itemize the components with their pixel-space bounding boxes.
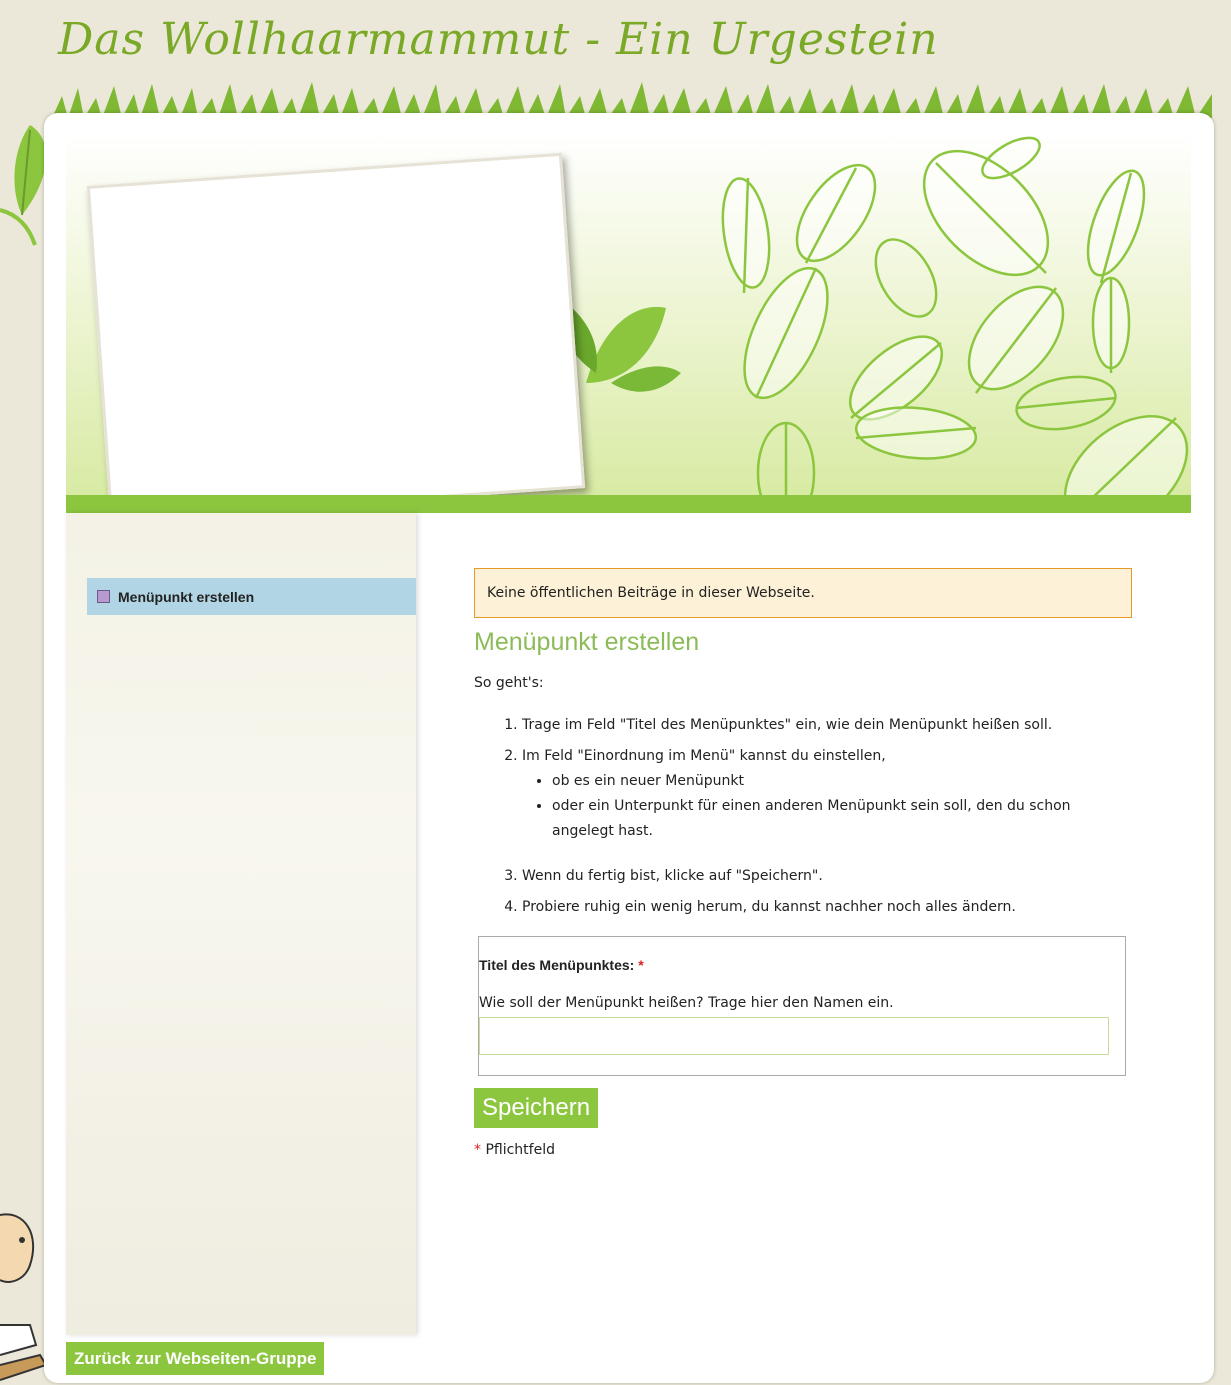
sidebar: Menüpunkt erstellen — [66, 513, 416, 1335]
step-item: Trage im Feld "Titel des Menüpunktes" ei… — [522, 713, 1134, 738]
site-title: Das Wollhaarmammut - Ein Urgestein — [58, 14, 939, 65]
main-content: Keine öffentlichen Beiträge in dieser We… — [474, 568, 1134, 1158]
title-field-description: Wie soll der Menüpunkt heißen? Trage hie… — [479, 995, 894, 1011]
required-marker: * — [474, 1142, 481, 1158]
intro-text: So geht's: — [474, 675, 544, 691]
title-field-input[interactable] — [479, 1017, 1109, 1055]
required-note-text: Pflichtfeld — [485, 1142, 555, 1158]
sidebar-item-menuepunkt-erstellen[interactable]: Menüpunkt erstellen — [87, 578, 416, 615]
sub-step-item: ob es ein neuer Menüpunkt — [552, 769, 1134, 794]
header-banner — [66, 133, 1191, 522]
step-item: Wenn du fertig bist, klicke auf "Speiche… — [522, 864, 1134, 889]
notice-box: Keine öffentlichen Beiträge in dieser We… — [474, 568, 1132, 618]
instruction-steps: Trage im Feld "Titel des Menüpunktes" ei… — [474, 713, 1134, 920]
required-marker: * — [638, 957, 644, 973]
sidebar-item-label: Menüpunkt erstellen — [118, 588, 255, 605]
notice-text: Keine öffentlichen Beiträge in dieser We… — [487, 585, 815, 601]
title-field-label: Titel des Menüpunktes: * — [479, 957, 644, 973]
back-to-group-button[interactable]: Zurück zur Webseiten-Gruppe — [66, 1342, 325, 1375]
title-field-label-text: Titel des Menüpunktes: — [479, 957, 635, 973]
step-item-text: Im Feld "Einordnung im Menü" kannst du e… — [522, 748, 886, 764]
step-item: Im Feld "Einordnung im Menü" kannst du e… — [522, 744, 1134, 858]
step-item: Probiere ruhig ein wenig herum, du kanns… — [522, 895, 1134, 920]
mascot-image — [0, 1213, 48, 1381]
main-card: Menüpunkt erstellen Zurück zur Webseiten… — [44, 113, 1214, 1383]
page-title: Menüpunkt erstellen — [474, 628, 700, 656]
menu-item-square-icon — [97, 590, 110, 603]
sub-step-item: oder ein Unterpunkt für einen anderen Me… — [552, 794, 1134, 844]
grass-decoration — [52, 82, 1212, 118]
photo-frame — [86, 152, 586, 522]
banner-stripe — [66, 495, 1191, 513]
title-form-box: Titel des Menüpunktes: * Wie soll der Me… — [478, 936, 1126, 1076]
sub-steps: ob es ein neuer Menüpunkt oder ein Unter… — [522, 769, 1134, 844]
save-button[interactable]: Speichern — [474, 1088, 599, 1128]
required-note: * Pflichtfeld — [474, 1142, 1134, 1158]
